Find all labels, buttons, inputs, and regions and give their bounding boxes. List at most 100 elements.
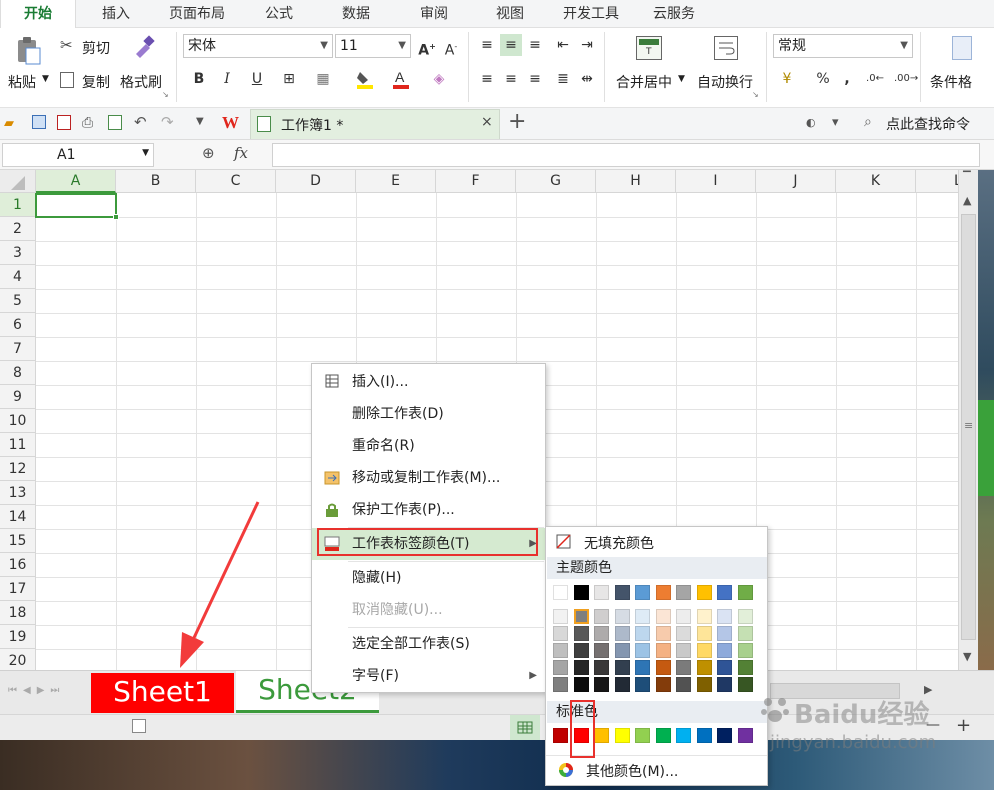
menu-item-move-copy[interactable]: 移动或复制工作表(M)... (312, 462, 545, 494)
active-cell[interactable] (35, 193, 119, 220)
currency-icon[interactable]: ¥ (776, 68, 798, 90)
number-format-select[interactable]: 常规 ▼ (773, 34, 913, 58)
standard-color-swatch[interactable] (717, 728, 732, 743)
conditional-format-button[interactable]: 条件格 (930, 72, 972, 92)
theme-shade-swatch[interactable] (553, 609, 568, 624)
row-header[interactable]: 18 (0, 601, 36, 625)
format-painter-button[interactable]: 格式刷 (120, 72, 162, 92)
tab-insert[interactable]: 插入 (92, 0, 140, 28)
theme-color-swatch[interactable] (717, 585, 732, 600)
clear-format-icon[interactable]: ◈ (428, 68, 450, 90)
copy-icon[interactable] (60, 72, 74, 88)
theme-shade-swatch[interactable] (737, 643, 753, 658)
theme-color-swatch[interactable] (553, 585, 568, 600)
scrollbar-thumb[interactable]: ≡ (961, 214, 976, 640)
name-box[interactable]: A1 ▼ (2, 143, 154, 167)
theme-shade-swatch[interactable] (737, 660, 753, 675)
theme-shade-swatch[interactable] (553, 643, 568, 658)
merge-dropdown-icon[interactable]: ▼ (678, 74, 685, 84)
theme-color-swatch[interactable] (594, 585, 609, 600)
theme-shade-swatch[interactable] (594, 609, 609, 624)
theme-shade-swatch[interactable] (573, 660, 589, 675)
normal-view-icon[interactable] (510, 715, 540, 741)
font-size-select[interactable]: 11 ▼ (335, 34, 411, 58)
redo-icon[interactable]: ↷ (161, 113, 174, 131)
align-left-icon[interactable]: ≡ (476, 68, 498, 90)
percent-button[interactable]: % (812, 68, 834, 90)
menu-item-rename[interactable]: 重命名(R) (312, 430, 545, 462)
tab-developer[interactable]: 开发工具 (556, 0, 626, 28)
scissors-icon[interactable]: ✂ (60, 36, 73, 54)
theme-shade-swatch[interactable] (573, 677, 589, 692)
theme-shade-swatch[interactable] (614, 660, 630, 675)
italic-button[interactable]: I (216, 68, 238, 90)
theme-shade-swatch[interactable] (635, 626, 650, 641)
theme-shade-swatch[interactable] (676, 643, 691, 658)
standard-color-swatch[interactable] (635, 728, 650, 743)
theme-shade-swatch[interactable] (594, 677, 609, 692)
scroll-down-icon[interactable]: ▼ (963, 650, 971, 663)
function-button[interactable]: fx (234, 144, 248, 162)
menu-item-delete-sheet[interactable]: 删除工作表(D) (312, 398, 545, 430)
row-header[interactable]: 4 (0, 265, 36, 289)
column-header[interactable]: E (356, 170, 436, 193)
document-tab[interactable]: 工作簿1 * × (250, 109, 500, 139)
theme-shade-swatch[interactable] (737, 677, 753, 692)
tab-cloud[interactable]: 云服务 (646, 0, 702, 28)
theme-shade-swatch[interactable] (553, 677, 568, 692)
column-header[interactable]: H (596, 170, 676, 193)
row-header[interactable]: 12 (0, 457, 36, 481)
conditional-format-icon[interactable] (952, 36, 972, 60)
comma-button[interactable]: , (836, 68, 858, 90)
theme-color-swatch[interactable] (614, 585, 630, 600)
theme-shade-swatch[interactable] (553, 660, 568, 675)
theme-shade-swatch[interactable] (696, 609, 712, 624)
theme-shade-swatch[interactable] (655, 643, 671, 658)
theme-color-swatch[interactable] (655, 585, 671, 600)
standard-color-swatch[interactable] (655, 728, 671, 743)
column-header[interactable]: K (836, 170, 916, 193)
theme-shade-swatch[interactable] (676, 677, 691, 692)
format-painter-icon[interactable] (130, 34, 156, 64)
customize-dropdown-icon[interactable]: ▼ (196, 116, 204, 127)
theme-color-swatch[interactable] (696, 585, 712, 600)
more-colors-option[interactable]: 其他颜色(M)... (546, 755, 767, 783)
theme-shade-swatch[interactable] (717, 660, 732, 675)
column-header[interactable]: C (196, 170, 276, 193)
column-header[interactable]: A (36, 170, 116, 193)
clipboard-launcher-icon[interactable]: ↘ (162, 90, 169, 99)
row-header[interactable]: 20 (0, 649, 36, 670)
copy-button[interactable]: 复制 (82, 72, 110, 92)
fill-pattern-icon[interactable]: ▦ (312, 68, 334, 90)
column-header[interactable]: G (516, 170, 596, 193)
row-header[interactable]: 19 (0, 625, 36, 649)
theme-shade-swatch[interactable] (676, 609, 691, 624)
align-top-icon[interactable]: ≡ (476, 34, 498, 56)
column-header[interactable]: J (756, 170, 836, 193)
row-header[interactable]: 17 (0, 577, 36, 601)
tab-review[interactable]: 审阅 (408, 0, 460, 28)
side-panel-toggle[interactable] (978, 400, 994, 496)
theme-shade-swatch[interactable] (573, 626, 589, 641)
theme-shade-swatch[interactable] (717, 609, 732, 624)
theme-shade-swatch[interactable] (635, 660, 650, 675)
vertical-scrollbar[interactable]: ▔ ▲ ≡ ▼ (958, 170, 978, 670)
standard-color-swatch[interactable] (594, 728, 609, 743)
row-header[interactable]: 1 (0, 193, 36, 217)
theme-shade-swatch[interactable] (696, 660, 712, 675)
increase-decimal-icon[interactable]: .0← (864, 68, 886, 90)
align-bottom-icon[interactable]: ≡ (524, 34, 546, 56)
theme-shade-swatch[interactable] (655, 609, 671, 624)
fill-color-icon[interactable] (354, 68, 376, 90)
row-header[interactable]: 14 (0, 505, 36, 529)
theme-shade-swatch[interactable] (676, 660, 691, 675)
theme-color-swatch[interactable] (573, 585, 589, 600)
font-grow-icon[interactable]: A+ (416, 36, 438, 59)
theme-shade-swatch[interactable] (696, 626, 712, 641)
theme-shade-swatch[interactable] (737, 609, 753, 624)
align-center-icon[interactable]: ≡ (500, 68, 522, 90)
save-icon[interactable] (32, 115, 46, 129)
row-header[interactable]: 6 (0, 313, 36, 337)
theme-shade-swatch[interactable] (573, 609, 589, 624)
tab-data[interactable]: 数据 (330, 0, 382, 28)
